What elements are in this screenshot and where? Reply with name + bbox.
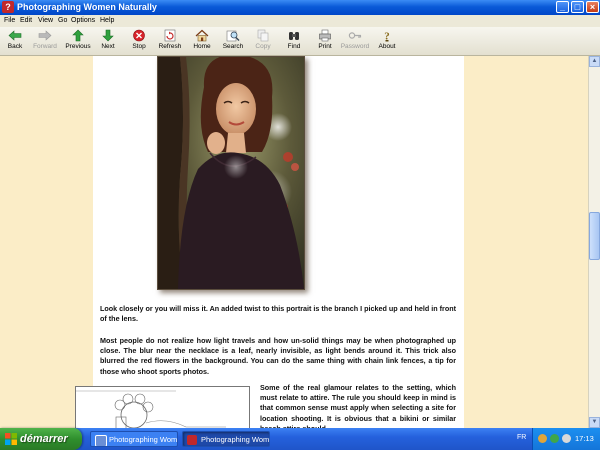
key-icon: [348, 32, 362, 39]
photo-caption: Look closely or you will miss it. An add…: [100, 304, 456, 324]
close-button[interactable]: ×: [586, 1, 599, 13]
maximize-button[interactable]: □: [571, 1, 584, 13]
previous-arrow-icon: [72, 29, 84, 42]
scroll-down-button[interactable]: ▼: [589, 417, 600, 428]
search-button[interactable]: Search: [221, 29, 245, 50]
copy-icon: [257, 29, 269, 42]
next-arrow-icon: [102, 29, 114, 42]
taskbar-item-2[interactable]: Photographing Wome...: [182, 431, 270, 447]
start-button[interactable]: démarrer: [0, 428, 82, 450]
back-button[interactable]: Back: [4, 29, 26, 50]
content-area[interactable]: Look closely or you will miss it. An add…: [0, 56, 588, 428]
home-button[interactable]: Home: [191, 29, 213, 50]
copy-button[interactable]: Copy: [253, 29, 273, 50]
sketch-illustration: [75, 386, 250, 428]
forward-arrow-icon: [38, 30, 52, 41]
vertical-scrollbar[interactable]: ▲ ▼: [588, 56, 600, 428]
print-button[interactable]: Print: [315, 29, 335, 50]
tray-icon-1[interactable]: [538, 434, 547, 443]
tray-icon-2[interactable]: [550, 434, 559, 443]
scroll-thumb[interactable]: [589, 212, 600, 260]
toolbar: Back Forward Previous Next Stop Refresh …: [0, 27, 600, 56]
stop-icon: [133, 29, 145, 42]
about-icon: ?: [384, 31, 390, 43]
menu-go[interactable]: Go: [58, 16, 67, 26]
windows-flag-icon: [5, 433, 17, 445]
portrait-image: [158, 57, 304, 289]
help-book-icon: [187, 435, 197, 445]
body-paragraph: Most people do not realize how light tra…: [100, 336, 456, 376]
menu-options[interactable]: Options: [71, 16, 95, 26]
next-button[interactable]: Next: [97, 29, 119, 50]
taskbar-item-1[interactable]: Photographing Wome...: [90, 431, 178, 447]
menu-view[interactable]: View: [38, 16, 53, 26]
help-book-icon[interactable]: ?: [2, 1, 14, 13]
window-icon: [95, 435, 107, 446]
minimize-button[interactable]: _: [556, 1, 569, 13]
system-tray: FR 17:13: [517, 428, 600, 450]
clock: 17:13: [575, 434, 594, 443]
taskbar: démarrer Photographing Wome... Photograp…: [0, 428, 600, 450]
find-button[interactable]: Find: [284, 29, 304, 50]
refresh-icon: [164, 29, 176, 42]
binoculars-icon: [289, 32, 299, 40]
menu-edit[interactable]: Edit: [20, 16, 32, 26]
printer-icon: [319, 29, 331, 42]
side-paragraph: Some of the real glamour relates to the …: [260, 383, 456, 428]
speaker-icon[interactable]: [562, 434, 571, 443]
start-label: démarrer: [20, 433, 68, 445]
title-bar[interactable]: ? Photographing Women Naturally _ □ ×: [0, 0, 600, 15]
scroll-up-button[interactable]: ▲: [589, 56, 600, 67]
portrait-photo: [157, 56, 305, 290]
language-indicator[interactable]: FR: [517, 434, 526, 441]
search-icon: [226, 30, 240, 42]
window-title: Photographing Women Naturally: [17, 2, 157, 12]
about-button[interactable]: ? About: [376, 29, 398, 51]
home-icon: [195, 29, 209, 42]
stop-button[interactable]: Stop: [128, 29, 150, 50]
menu-bar: File Edit View Go Options Help: [0, 15, 600, 27]
menu-help[interactable]: Help: [100, 16, 114, 26]
page-column: Look closely or you will miss it. An add…: [75, 56, 464, 428]
forward-button[interactable]: Forward: [30, 29, 60, 50]
password-button[interactable]: Password: [340, 29, 370, 50]
refresh-button[interactable]: Refresh: [156, 29, 184, 50]
back-arrow-icon: [8, 30, 22, 41]
menu-file[interactable]: File: [4, 16, 15, 26]
previous-button[interactable]: Previous: [64, 29, 92, 50]
